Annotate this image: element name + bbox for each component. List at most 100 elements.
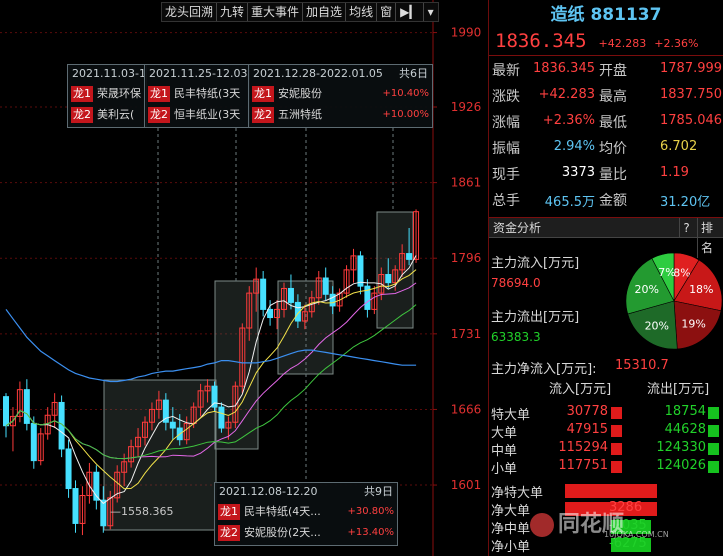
inflow-bar	[611, 461, 622, 473]
annotation-date-range: 2021.11.03-1	[72, 67, 146, 80]
capital-analysis-header: 资金分析 ? 排名	[489, 218, 723, 258]
dragon-tag: 龙2	[252, 106, 274, 123]
annotation-date-range: 2021.12.28-2022.01.05 共6日	[249, 65, 432, 83]
dragon-tag: 龙2	[148, 106, 170, 123]
candle-body	[287, 287, 294, 303]
candle-body	[357, 255, 364, 287]
stock-name[interactable]: 荣晟环保	[97, 83, 141, 104]
expand-arrow-icon[interactable]: ▶▎	[396, 3, 424, 21]
stock-name[interactable]: 安妮股份	[278, 83, 322, 104]
quote-value: 1785.046	[660, 113, 723, 128]
net-bar	[565, 484, 657, 498]
main-outflow-value: 63383.3	[491, 330, 541, 344]
stock-name[interactable]: 五洲特纸	[278, 104, 322, 125]
stock-name[interactable]: 恒丰纸业(3天	[174, 104, 240, 125]
net-label: 净小单	[491, 540, 531, 555]
long-moving-average-line	[5, 309, 417, 383]
pie-slice-label: 7%	[658, 266, 675, 279]
main-outflow-label: 主力流出[万元]	[491, 310, 580, 325]
quote-value: 465.5万	[544, 195, 595, 210]
pie-slice-label: 19%	[681, 317, 705, 330]
help-icon[interactable]: ?	[679, 218, 693, 238]
quote-label: 总手	[492, 193, 520, 209]
tonghuashun-logo	[530, 513, 554, 537]
candle-body	[65, 448, 72, 490]
y-tick-label: 1666	[451, 402, 482, 416]
toolbar-nine-turn[interactable]: 九转	[217, 3, 249, 21]
dragon-tag: 龙1	[148, 85, 170, 102]
toolbar-moving-average[interactable]: 均线	[346, 3, 378, 21]
stock-name[interactable]: 安妮股份(2天...	[244, 522, 321, 543]
candle-body	[72, 488, 79, 524]
quote-label: 最低	[599, 115, 627, 131]
index-title: 造纸 881137	[489, 0, 723, 30]
stock-name[interactable]: 民丰特纸(4天...	[244, 501, 321, 522]
inflow-value: 30778	[566, 404, 608, 419]
quote-value: 2.94%	[553, 139, 595, 154]
order-size-label: 大单	[491, 426, 518, 441]
quote-label: 金额	[599, 193, 627, 209]
y-tick-label: 1601	[451, 478, 482, 492]
watermark-url: 10JQKA.COM.CN	[604, 530, 669, 539]
dragon-annotation-1[interactable]: 2021.11.03-1 龙1 荣晟环保 龙2 美利云(	[67, 64, 147, 128]
dragon-tag: 龙2	[218, 524, 240, 541]
kline-chart[interactable]: 1990 1926 1861 1796 1731 1666 1601 龙头回溯 九转 重大事…	[0, 0, 488, 556]
quote-label: 涨幅	[492, 115, 520, 131]
quote-value: +2.36%	[542, 113, 595, 128]
quote-label: 均价	[599, 141, 627, 157]
dragon-tag: 龙1	[71, 85, 93, 102]
inflow-value: 115294	[558, 440, 608, 455]
toolbar-add-watchlist[interactable]: 加自选	[303, 3, 347, 21]
order-size-label: 特大单	[491, 408, 531, 423]
dragon-tag: 龙1	[252, 85, 274, 102]
quote-value: 3373	[561, 165, 595, 180]
quote-label: 最高	[599, 89, 627, 105]
annotation-row: 龙1 民丰特纸(3天	[145, 83, 249, 104]
main-inflow-value: 78694.0	[491, 276, 541, 290]
annotation-row: 龙1 民丰特纸(4天... +30.80%	[215, 501, 397, 522]
y-tick-label: 1731	[451, 327, 482, 341]
net-row: 净特大单	[489, 482, 723, 501]
net-label: 净大单	[491, 504, 531, 519]
quote-value: +42.283	[538, 87, 595, 102]
stock-gain: +10.40%	[382, 88, 429, 99]
net-label: 净中单	[491, 522, 531, 537]
current-price: 1836.345	[495, 30, 587, 52]
quote-label: 现手	[492, 167, 520, 183]
toolbar-dragon-backtrack[interactable]: 龙头回溯	[162, 3, 218, 21]
dragon-annotation-3[interactable]: 2021.12.28-2022.01.05 共6日 龙1 安妮股份 +10.40…	[248, 64, 433, 128]
pie-slice-label: 18%	[689, 283, 713, 296]
chevron-down-icon[interactable]: ▾	[424, 3, 438, 21]
annotation-row: 龙1 安妮股份 +10.40%	[249, 83, 432, 104]
stock-name[interactable]: 美利云(	[97, 104, 134, 125]
table-row: 中单 115294 124330	[489, 440, 723, 459]
table-row: 特大单 30778 18754	[489, 404, 723, 423]
main-net-inflow-label: 主力净流入[万元]:	[491, 362, 597, 377]
quote-label: 量比	[599, 167, 627, 183]
quote-value: 1.19	[660, 165, 689, 180]
toolbar-window[interactable]: 窗	[377, 3, 397, 21]
candle-body	[218, 406, 225, 429]
low-price-label: —1558.365	[110, 505, 174, 518]
inflow-bar	[611, 425, 622, 437]
outflow-value: 124026	[656, 458, 706, 473]
quote-label: 开盘	[599, 63, 627, 79]
outflow-value: 18754	[664, 404, 706, 419]
outflow-header: 流出[万元]	[647, 382, 710, 397]
capital-analysis-title[interactable]: 资金分析	[493, 221, 541, 235]
inflow-bar	[611, 443, 622, 455]
y-tick-label: 1796	[451, 251, 482, 265]
table-row: 大单 47915 44628	[489, 422, 723, 441]
outflow-value: 44628	[664, 422, 706, 437]
quote-value: 1836.345	[532, 61, 595, 76]
candle-body	[169, 421, 176, 429]
dragon-annotation-4[interactable]: 2021.12.08-12.20 共9日 龙1 民丰特纸(4天... +30.8…	[214, 482, 398, 546]
price-change: +42.283	[598, 37, 647, 50]
stock-name[interactable]: 民丰特纸(3天	[174, 83, 240, 104]
net-label: 净特大单	[491, 486, 544, 501]
dragon-annotation-2[interactable]: 2021.11.25-12.03 龙1 民丰特纸(3天 龙2 恒丰纸业(3天	[144, 64, 250, 128]
annotation-row: 龙2 安妮股份(2天... +13.40%	[215, 522, 397, 543]
annotation-days: 共6日	[399, 67, 428, 80]
annotation-row: 龙2 恒丰纸业(3天	[145, 104, 249, 125]
toolbar-major-events[interactable]: 重大事件	[248, 3, 304, 21]
